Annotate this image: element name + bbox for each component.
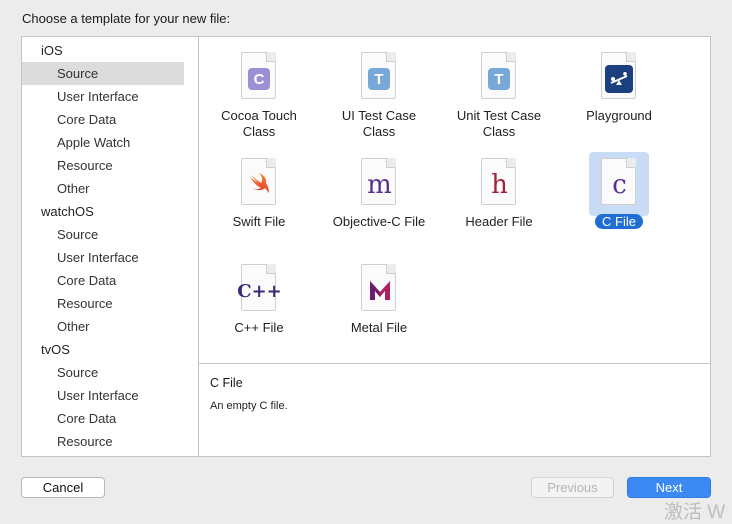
sidebar-item-ios-apple-watch[interactable]: Apple Watch (22, 131, 184, 154)
sidebar-item-ios-source[interactable]: Source (22, 62, 184, 85)
cocoa-touch-class-glyph: C (248, 68, 270, 90)
template-label-line-2: Class (482, 124, 516, 139)
sidebar-item-ios-user-interface[interactable]: User Interface (22, 85, 184, 108)
template-icon-frame: h (469, 152, 529, 216)
ui-test-case-class-icon: T (361, 52, 396, 99)
dialog-prompt: Choose a template for your new file: (22, 11, 231, 26)
panel-divider (199, 363, 710, 364)
sidebar-item-tvos-core-data[interactable]: Core Data (22, 407, 184, 430)
template-icon-frame (589, 46, 649, 110)
swift-file-icon (241, 158, 276, 205)
template-icon-frame (229, 152, 289, 216)
template-icon-frame: c (589, 152, 649, 216)
template-label: Unit Test Case Class (439, 108, 559, 140)
sidebar-item-watchos-other[interactable]: Other (22, 315, 184, 338)
sidebar-item-ios-core-data[interactable]: Core Data (22, 108, 184, 131)
template-unit-test-case-class[interactable]: T Unit Test Case Class (439, 46, 559, 142)
template-panel: C Cocoa Touch Class T UI Test Case Class T Unit… (198, 36, 711, 457)
sidebar-platform-ios: iOS (41, 43, 63, 58)
sidebar-item-ios-other[interactable]: Other (22, 177, 184, 200)
cpp-file-glyph: C++ (237, 280, 282, 302)
playground-icon (601, 52, 636, 99)
template-metal-file[interactable]: Metal File (319, 258, 439, 354)
sidebar-item-tvos-resource[interactable]: Resource (22, 430, 184, 453)
metal-file-icon (361, 264, 396, 311)
template-ui-test-case-class[interactable]: T UI Test Case Class (319, 46, 439, 142)
template-label-line-2: Class (242, 124, 276, 139)
template-label-line-1: Objective-C File (332, 214, 426, 229)
template-icon-frame: T (349, 46, 409, 110)
template-label: Metal File (319, 320, 439, 336)
header-file-icon: h (481, 158, 516, 205)
template-label: UI Test Case Class (319, 108, 439, 140)
cancel-button[interactable]: Cancel (21, 477, 105, 498)
template-grid: C Cocoa Touch Class T UI Test Case Class T Unit… (199, 37, 710, 363)
template-label-line-1: Metal File (350, 320, 408, 335)
sidebar-platform-tvos: tvOS (41, 342, 70, 357)
c-file-icon: c (601, 158, 636, 205)
template-label: Cocoa Touch Class (199, 108, 319, 140)
template-header-file[interactable]: h Header File (439, 152, 559, 248)
category-list: iOS Source User Interface Core Data Apple Wa… (22, 39, 184, 453)
template-label-line-1: C File (595, 214, 643, 229)
template-label-line-1: Unit Test Case (456, 108, 542, 123)
template-label-line-1: UI Test Case (341, 108, 417, 123)
template-label: Swift File (199, 214, 319, 230)
playground-glyph (605, 65, 633, 93)
objective-c-file-glyph: m (367, 170, 392, 200)
sidebar-platform-watchos: watchOS (41, 204, 94, 219)
ui-test-case-class-glyph: T (368, 68, 390, 90)
metal-file-glyph (368, 278, 392, 302)
c-file-glyph: c (612, 170, 627, 200)
template-description-title: C File (210, 376, 243, 390)
unit-test-case-class-glyph: T (488, 68, 510, 90)
template-icon-frame: T (469, 46, 529, 110)
template-swift-file[interactable]: Swift File (199, 152, 319, 248)
sidebar-item-tvos-source[interactable]: Source (22, 361, 184, 384)
cocoa-touch-class-icon: C (241, 52, 276, 99)
template-playground[interactable]: Playground (559, 46, 679, 142)
sidebar-item-watchos-source[interactable]: Source (22, 223, 184, 246)
template-cpp-file[interactable]: C++ C++ File (199, 258, 319, 354)
template-icon-frame: C++ (229, 258, 289, 322)
header-file-glyph: h (491, 170, 508, 200)
template-icon-frame: C (229, 46, 289, 110)
template-icon-frame (349, 258, 409, 322)
template-label-line-1: Cocoa Touch (221, 108, 297, 123)
template-description-body: An empty C file. (210, 400, 288, 412)
template-label-line-2: Class (362, 124, 396, 139)
unit-test-case-class-icon: T (481, 52, 516, 99)
sidebar-item-watchos-user-interface[interactable]: User Interface (22, 246, 184, 269)
template-label: Playground (559, 108, 679, 124)
cpp-file-icon: C++ (237, 264, 282, 311)
template-label: Objective-C File (319, 214, 439, 230)
activation-watermark: 激活 W (664, 502, 726, 523)
swift-file-glyph (248, 172, 272, 196)
template-label-line-1: C++ File (234, 320, 284, 335)
previous-button[interactable]: Previous (531, 477, 614, 498)
template-objective-c-file[interactable]: m Objective-C File (319, 152, 439, 248)
template-label-line-1: Playground (586, 108, 652, 123)
template-c-file[interactable]: c C File (559, 152, 679, 248)
objective-c-file-icon: m (361, 158, 396, 205)
template-icon-frame: m (349, 152, 409, 216)
template-label-line-1: Header File (465, 214, 533, 229)
next-button[interactable]: Next (627, 477, 711, 498)
sidebar-item-watchos-resource[interactable]: Resource (22, 292, 184, 315)
sidebar-item-tvos-user-interface[interactable]: User Interface (22, 384, 184, 407)
template-label: C File (559, 214, 679, 230)
sidebar-item-ios-resource[interactable]: Resource (22, 154, 184, 177)
template-category-sidebar[interactable]: iOS Source User Interface Core Data Apple Wa… (21, 36, 199, 457)
sidebar-item-watchos-core-data[interactable]: Core Data (22, 269, 184, 292)
template-label-line-1: Swift File (232, 214, 286, 229)
template-cocoa-touch-class[interactable]: C Cocoa Touch Class (199, 46, 319, 142)
template-label: C++ File (199, 320, 319, 336)
template-label: Header File (439, 214, 559, 230)
